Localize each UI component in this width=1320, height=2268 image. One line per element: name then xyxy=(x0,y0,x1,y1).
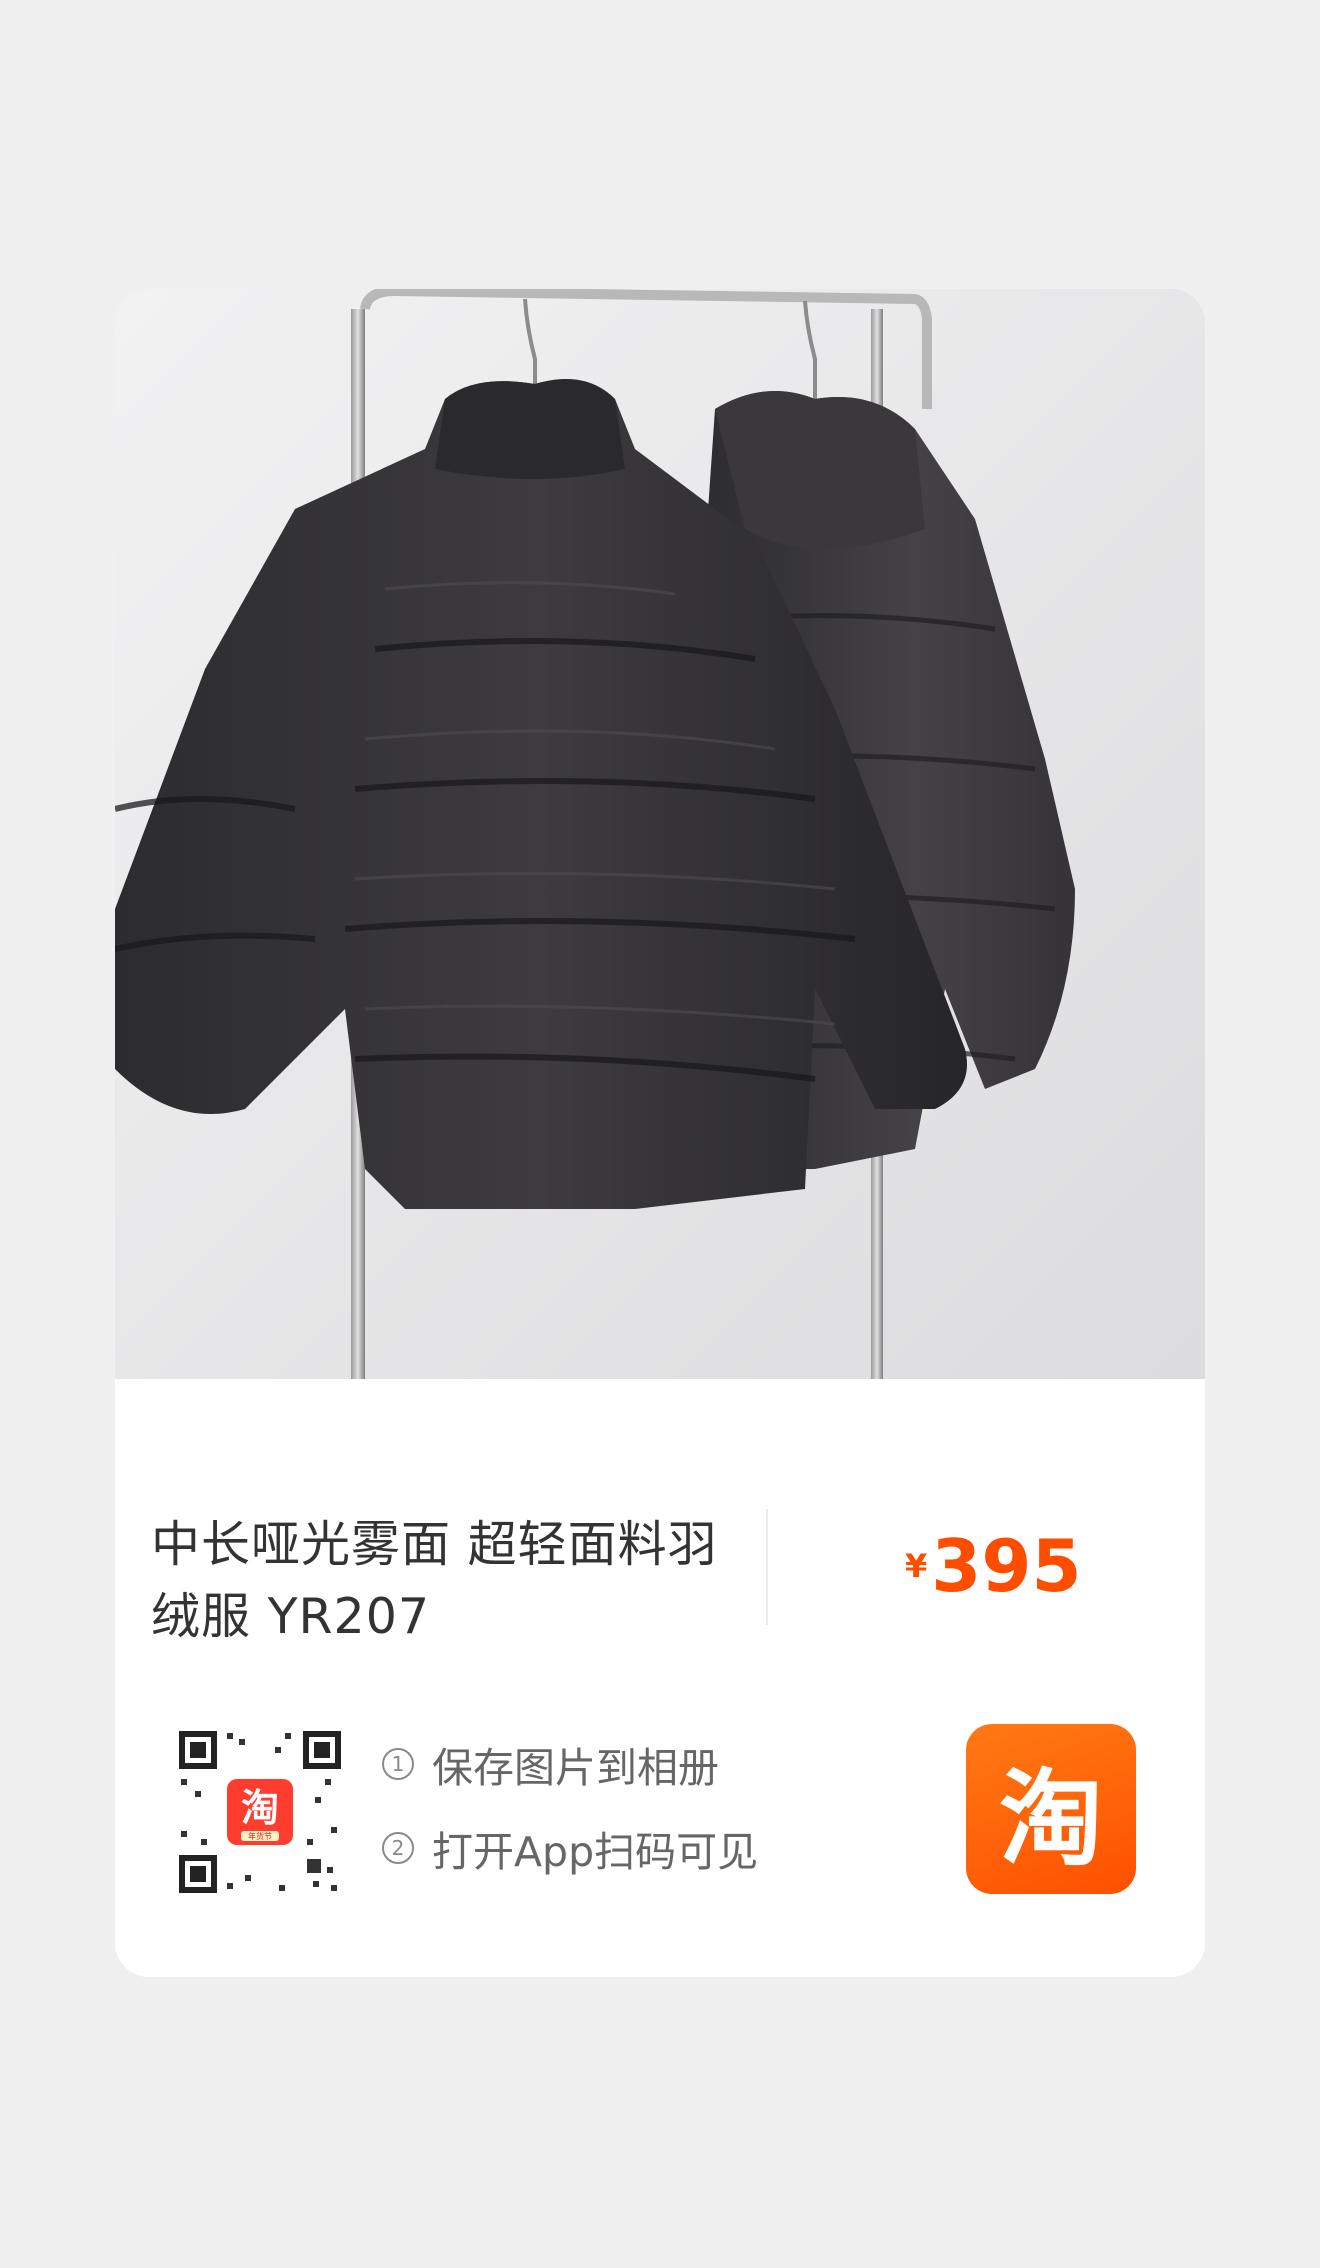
qr-code[interactable]: 淘 年货节 xyxy=(175,1727,345,1897)
step-save-image: 1 保存图片到相册 xyxy=(382,1734,758,1794)
qr-code-graphic: 淘 年货节 xyxy=(175,1727,345,1897)
svg-text:年货节: 年货节 xyxy=(248,1831,272,1841)
currency-symbol: ¥ xyxy=(905,1547,928,1585)
divider xyxy=(766,1509,768,1625)
product-price: ¥395 xyxy=(905,1524,1082,1608)
product-photo-illustration xyxy=(115,289,1205,1379)
product-image[interactable] xyxy=(115,289,1205,1379)
price-amount: 395 xyxy=(931,1524,1082,1608)
step-number-icon: 1 xyxy=(382,1748,414,1780)
product-info: 中长哑光雾面 超轻面料羽绒服 YR207 ¥395 淘 年货节 1 保存图片到相… xyxy=(115,1379,1205,1977)
share-card: 中长哑光雾面 超轻面料羽绒服 YR207 ¥395 淘 年货节 1 保存图片到相… xyxy=(115,289,1205,1977)
product-title: 中长哑光雾面 超轻面料羽绒服 YR207 xyxy=(151,1516,718,1645)
step-label: 打开App扫码可见 xyxy=(432,1828,759,1876)
step-label: 保存图片到相册 xyxy=(432,1744,719,1792)
share-steps: 1 保存图片到相册 2 打开App扫码可见 xyxy=(382,1734,758,1902)
svg-text:淘: 淘 xyxy=(241,1786,279,1830)
step-number-icon: 2 xyxy=(382,1832,414,1864)
taobao-logo-icon[interactable]: 淘 xyxy=(966,1724,1136,1894)
logo-char: 淘 xyxy=(998,1757,1103,1880)
step-open-app: 2 打开App扫码可见 xyxy=(382,1818,758,1878)
